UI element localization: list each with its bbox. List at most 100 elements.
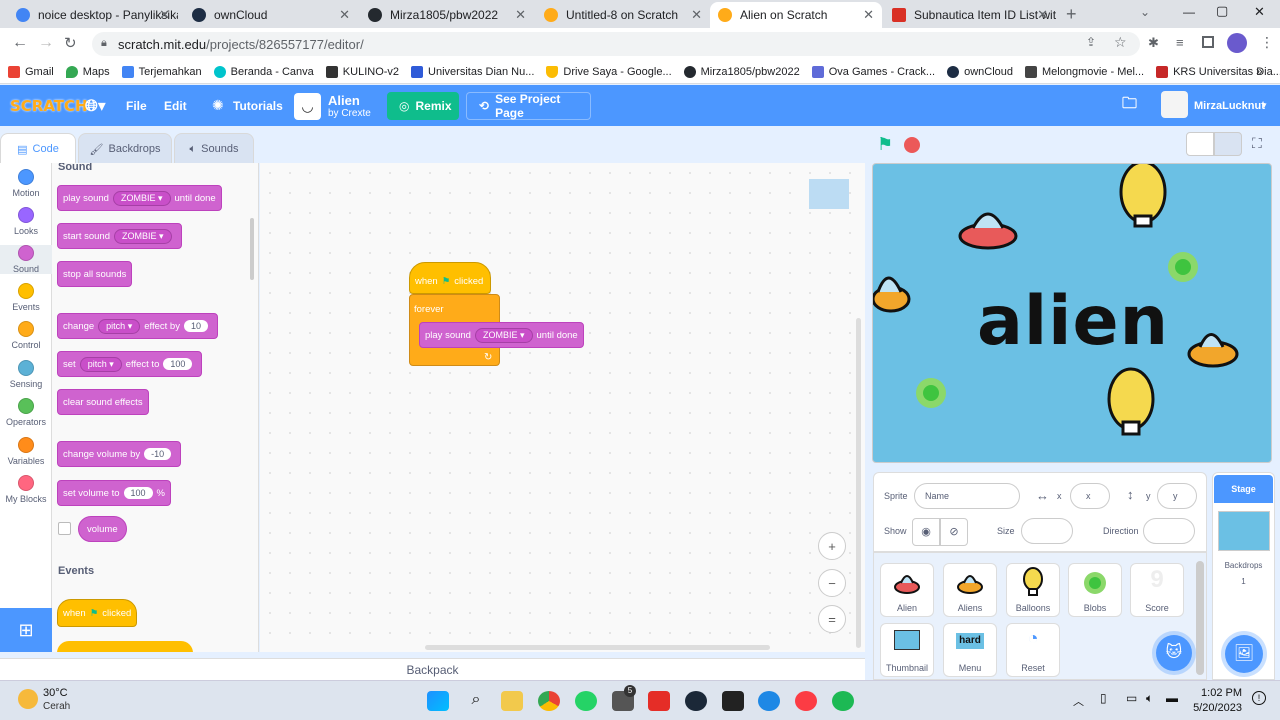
tab-sounds[interactable]: 🔈︎ Sounds xyxy=(174,133,254,164)
network-icon[interactable]: ▭ xyxy=(1126,691,1137,705)
category-looks[interactable]: Looks xyxy=(0,207,52,236)
close-icon[interactable]: ✕ xyxy=(515,7,526,23)
sound-dropdown[interactable]: ZOMBIE ▾ xyxy=(474,327,533,343)
y-input[interactable]: y xyxy=(1157,483,1197,509)
sprite-tile[interactable]: Blobs xyxy=(1068,563,1122,617)
sprite-tile[interactable]: 9 Score xyxy=(1130,563,1184,617)
block-stop-all-sounds[interactable]: stop all sounds xyxy=(57,261,133,287)
usb-icon[interactable]: ▯ xyxy=(1100,691,1107,705)
browser-tab[interactable]: ownCloud ✕ xyxy=(184,2,358,28)
project-title[interactable]: Alien xyxy=(328,93,360,108)
chevron-down-icon[interactable]: ▾ xyxy=(1262,85,1267,126)
more-bookmarks-icon[interactable]: » xyxy=(1256,64,1263,78)
stage-selector[interactable]: Stage Backdrops 1 🖼︎ xyxy=(1212,472,1275,680)
forward-icon[interactable]: → xyxy=(38,34,54,52)
number-input[interactable]: -10 xyxy=(144,448,172,460)
bookmark[interactable]: Drive Saya - Google... xyxy=(546,65,672,78)
folder-icon[interactable]: 🗀 xyxy=(1122,85,1137,126)
sprite-tile[interactable]: hard Menu xyxy=(943,623,997,677)
more-icon[interactable]: ⋮ xyxy=(1260,34,1274,51)
clock-time[interactable]: 1:02 PM xyxy=(1196,687,1242,699)
number-input[interactable]: 10 xyxy=(183,320,208,332)
size-input[interactable] xyxy=(1021,518,1073,544)
back-icon[interactable]: ← xyxy=(12,34,28,52)
close-icon[interactable]: ✕ xyxy=(339,7,350,23)
chevron-up-icon[interactable]: ︿ xyxy=(1073,693,1084,709)
sprite-tile[interactable]: Thumbnail xyxy=(880,623,934,677)
bookmark[interactable]: Ova Games - Crack... xyxy=(811,65,935,78)
whatsapp-icon[interactable] xyxy=(575,691,597,711)
category-sound[interactable]: Sound xyxy=(0,245,52,274)
zoom-in-button[interactable]: + xyxy=(818,532,846,560)
epic-games-icon[interactable] xyxy=(722,691,744,711)
windows-start-icon[interactable] xyxy=(427,691,449,711)
block-change-effect[interactable]: change pitch ▾ effect by 10 xyxy=(57,313,218,339)
remix-button[interactable]: ◎ Remix xyxy=(387,92,459,120)
app-store-icon[interactable] xyxy=(758,691,780,711)
category-control[interactable]: Control xyxy=(0,321,52,350)
sound-dropdown[interactable]: ZOMBIE ▾ xyxy=(112,190,171,206)
weather-icon[interactable] xyxy=(18,689,38,709)
fullscreen-icon[interactable]: ⛶ xyxy=(1252,135,1262,152)
add-extension-button[interactable]: ⊞ xyxy=(0,608,52,652)
bookmark[interactable]: ownCloud xyxy=(947,65,1013,78)
category-events[interactable]: Events xyxy=(0,283,52,312)
edit-menu[interactable]: Edit xyxy=(164,85,187,126)
backpack[interactable]: Backpack xyxy=(0,658,865,680)
stage-canvas[interactable]: alien xyxy=(872,163,1272,463)
scratch-logo[interactable]: SCRATCH xyxy=(10,85,88,126)
music-icon[interactable] xyxy=(795,691,817,711)
new-tab-icon[interactable]: + xyxy=(1066,4,1077,25)
block-change-volume[interactable]: change volume by -10 xyxy=(57,441,182,467)
sprite-tile[interactable]: Aliens xyxy=(943,563,997,617)
app-icon[interactable]: 5 xyxy=(612,685,636,711)
username[interactable]: MirzaLucknut xyxy=(1194,85,1265,126)
sidepanel-icon[interactable] xyxy=(1202,36,1214,48)
tutorials-menu[interactable]: Tutorials xyxy=(233,85,283,126)
zoom-out-button[interactable]: − xyxy=(818,569,846,597)
volume-checkbox[interactable] xyxy=(58,522,71,535)
show-hidden-eye-icon[interactable]: ⊘ xyxy=(940,518,968,546)
category-motion[interactable]: Motion xyxy=(0,169,52,198)
sprite-tile[interactable]: ◔ Reset xyxy=(1006,623,1060,677)
tab-backdrops[interactable]: 🖌︎ Backdrops xyxy=(78,133,172,164)
media-icon[interactable]: ≡ xyxy=(1176,35,1184,50)
bookmark[interactable]: Maps xyxy=(65,65,110,78)
large-stage-button[interactable] xyxy=(1214,132,1242,156)
number-input[interactable]: 100 xyxy=(123,487,153,499)
script-play-sound-until-done[interactable]: play sound ZOMBIE ▾ until done xyxy=(419,322,584,348)
add-sprite-cat-icon[interactable]: 🐱︎ xyxy=(1156,635,1192,671)
category-operators[interactable]: Operators xyxy=(0,398,52,427)
bookmark[interactable]: Melongmovie - Mel... xyxy=(1025,65,1144,78)
volume-icon[interactable]: 🔈︎ xyxy=(1146,691,1153,706)
bookmark[interactable]: Mirza1805/pbw2022 xyxy=(683,65,800,78)
category-variables[interactable]: Variables xyxy=(0,437,52,466)
sprite-name-input[interactable]: Name xyxy=(914,483,1020,509)
tab-search-icon[interactable]: ⌄ xyxy=(1140,5,1150,19)
profile-avatar[interactable] xyxy=(1227,33,1247,53)
block-start-sound[interactable]: start sound ZOMBIE ▾ xyxy=(57,223,182,249)
file-explorer-icon[interactable] xyxy=(501,691,523,711)
steam-icon[interactable] xyxy=(685,691,707,711)
battery-icon[interactable]: ▬ xyxy=(1166,691,1178,705)
sprite-tile[interactable]: Balloons xyxy=(1006,563,1060,617)
category-sensing[interactable]: Sensing xyxy=(0,360,52,389)
stop-icon[interactable] xyxy=(904,137,920,153)
zoom-reset-button[interactable]: = xyxy=(818,605,846,633)
bookmark[interactable]: KULINO-v2 xyxy=(325,65,399,78)
block-play-sound[interactable]: play sound ZOMBIE ▾ until done xyxy=(57,185,222,211)
tab-code[interactable]: ▤ Code xyxy=(0,133,76,164)
share-icon[interactable]: ⇪ xyxy=(1086,35,1096,49)
x-input[interactable]: x xyxy=(1070,483,1110,509)
block-clear-sound-effects[interactable]: clear sound effects xyxy=(57,389,149,415)
reload-icon[interactable]: ↻ xyxy=(64,34,77,52)
category-myblocks[interactable]: My Blocks xyxy=(0,475,52,504)
browser-tab[interactable]: Subnautica Item ID List wit ✕ xyxy=(884,2,1056,28)
effect-dropdown[interactable]: pitch ▾ xyxy=(79,356,122,372)
green-flag-icon[interactable]: ⚑ xyxy=(877,134,893,155)
bookmark[interactable]: Beranda - Canva xyxy=(213,65,314,78)
youtube-icon[interactable] xyxy=(648,691,670,711)
block-set-effect[interactable]: set pitch ▾ effect to 100 xyxy=(57,351,203,377)
see-project-page-button[interactable]: ⟲ See Project Page xyxy=(466,92,591,120)
number-input[interactable]: 100 xyxy=(163,358,193,370)
